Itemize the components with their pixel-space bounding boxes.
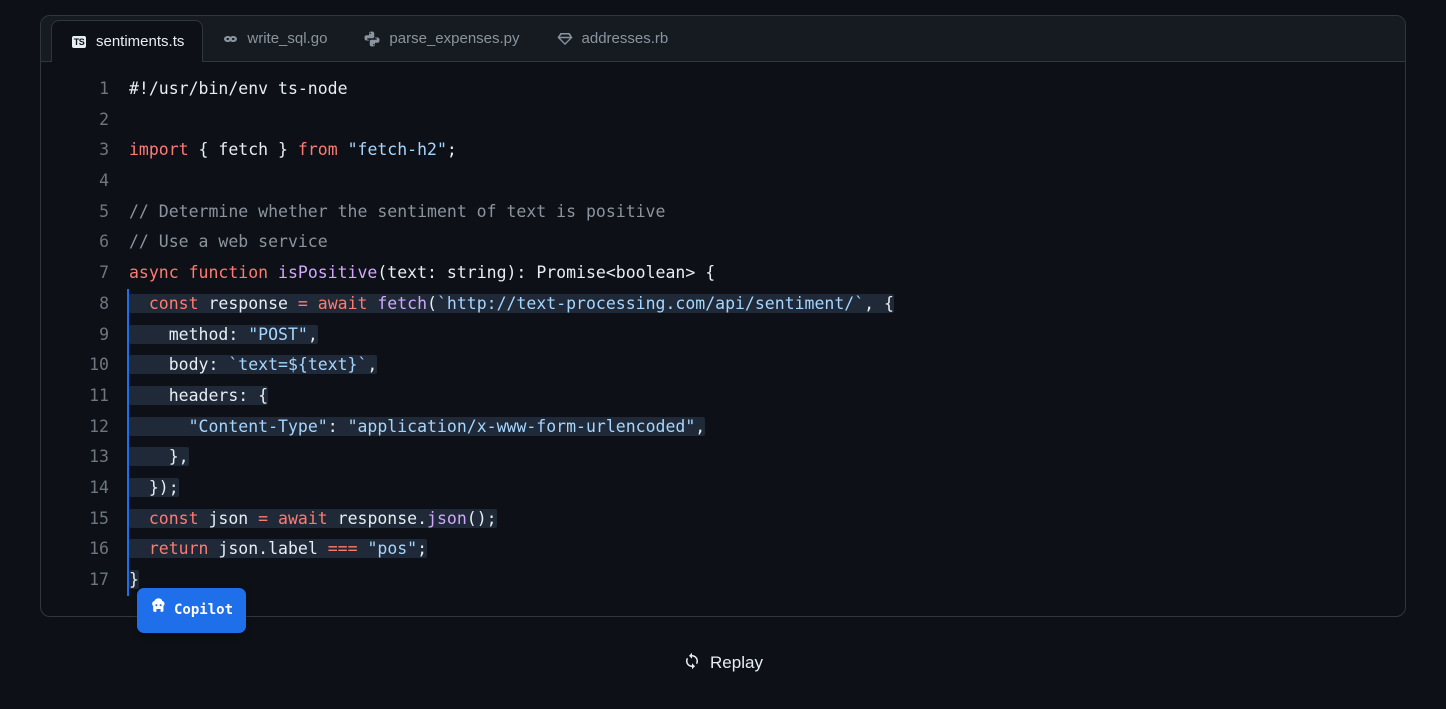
code-token: function	[179, 263, 278, 282]
code-token: from	[298, 140, 338, 159]
tab-label: parse_expenses.py	[389, 30, 519, 47]
copilot-button[interactable]: Copilot	[137, 588, 246, 633]
code-token: const	[129, 294, 199, 313]
python-icon	[363, 30, 381, 48]
code-token: "POST"	[248, 325, 308, 344]
code-token: });	[129, 478, 179, 497]
copilot-label: Copilot	[174, 595, 233, 626]
code-token: #!/usr/bin/env ts-node	[129, 79, 348, 98]
code-token: ,	[308, 325, 318, 344]
ruby-icon	[556, 30, 574, 48]
code-token: "pos"	[358, 539, 418, 558]
code-token: response	[199, 294, 298, 313]
code-token: , {	[864, 294, 894, 313]
code-token: { fetch }	[189, 140, 298, 159]
code-editor[interactable]: 1234 5678 9101112 13141516 17 #!/usr/bin…	[41, 62, 1405, 616]
code-content[interactable]: #!/usr/bin/env ts-node import { fetch } …	[129, 74, 1405, 596]
copilot-icon	[150, 595, 167, 626]
tab-write-sql-go[interactable]: write_sql.go	[203, 16, 345, 61]
code-token: "application/x-www-form-urlencoded"	[348, 417, 696, 436]
tab-parse-expenses-py[interactable]: parse_expenses.py	[345, 16, 537, 61]
typescript-icon: TS	[70, 33, 88, 51]
code-token: (text: string):	[377, 263, 536, 282]
code-token: ,	[367, 355, 377, 374]
code-token: json	[427, 509, 467, 528]
code-token: }	[129, 570, 139, 589]
code-token: body:	[129, 355, 228, 374]
code-token: `http://text-processing.com/api/sentimen…	[437, 294, 864, 313]
code-token: fetch	[377, 294, 427, 313]
code-token: Promise	[536, 263, 606, 282]
tab-label: addresses.rb	[582, 30, 669, 47]
code-token: json.label	[208, 539, 327, 558]
go-icon	[221, 30, 239, 48]
code-token: json	[199, 509, 259, 528]
code-token: ();	[467, 509, 497, 528]
code-token: ,	[695, 417, 705, 436]
line-number-gutter: 1234 5678 9101112 13141516 17	[41, 74, 129, 596]
code-token: isPositive	[278, 263, 377, 282]
tab-bar: TS sentiments.ts write_sql.go parse_expe…	[41, 16, 1405, 62]
replay-label: Replay	[710, 653, 763, 673]
code-token: <boolean> {	[606, 263, 715, 282]
code-token: const	[129, 509, 199, 528]
code-token	[129, 417, 189, 436]
tab-label: write_sql.go	[247, 30, 327, 47]
code-token: import	[129, 140, 189, 159]
code-token: =	[298, 294, 308, 313]
code-token: `text=${text}`	[228, 355, 367, 374]
tab-addresses-rb[interactable]: addresses.rb	[538, 16, 687, 61]
code-token: (	[427, 294, 437, 313]
code-token: await	[308, 294, 378, 313]
tab-sentiments-ts[interactable]: TS sentiments.ts	[51, 20, 203, 62]
code-token: ;	[447, 140, 457, 159]
code-token: },	[129, 447, 189, 466]
code-token: async	[129, 263, 179, 282]
code-token: :	[328, 417, 348, 436]
code-token: headers: {	[129, 386, 268, 405]
code-token: "Content-Type"	[189, 417, 328, 436]
code-token: return	[129, 539, 208, 558]
code-token: =	[258, 509, 268, 528]
code-token: "fetch-h2"	[338, 140, 447, 159]
code-token: ;	[417, 539, 427, 558]
ai-suggestion-indicator	[127, 289, 129, 596]
editor-window: TS sentiments.ts write_sql.go parse_expe…	[40, 15, 1406, 617]
code-token: await	[268, 509, 338, 528]
code-token: response.	[338, 509, 427, 528]
code-comment: // Use a web service	[129, 232, 328, 251]
code-comment: // Determine whether the sentiment of te…	[129, 202, 665, 221]
tab-label: sentiments.ts	[96, 33, 184, 50]
replay-icon	[683, 652, 701, 675]
code-token: method:	[129, 325, 248, 344]
code-token: ===	[328, 539, 358, 558]
replay-button[interactable]: Replay	[40, 652, 1406, 675]
